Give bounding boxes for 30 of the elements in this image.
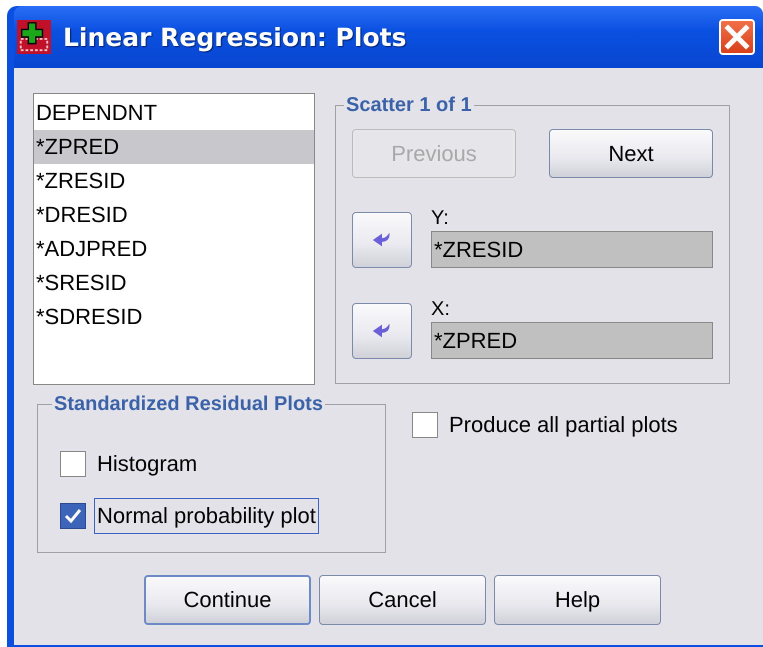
dialog-button[interactable]: Help [494, 575, 661, 625]
list-item[interactable]: *SDRESID [34, 300, 314, 334]
list-item[interactable]: *ADJPRED [34, 232, 314, 266]
variable-field[interactable]: *ZRESID [431, 231, 713, 268]
app-icon [17, 20, 51, 54]
checkbox[interactable] [412, 412, 438, 438]
checkbox-label: Produce all partial plots [448, 411, 679, 439]
group-title: Scatter 1 of 1 [345, 94, 473, 117]
group-title: Standardized Residual Plots [53, 393, 324, 416]
checkmark-icon [63, 506, 83, 526]
checkbox-label: Normal probability plot [94, 498, 319, 534]
close-icon [722, 22, 752, 52]
checkbox[interactable] [60, 503, 86, 529]
move-button[interactable] [352, 303, 412, 359]
checkbox[interactable] [60, 451, 86, 477]
variable-field[interactable]: *ZPRED [431, 322, 713, 359]
list-item[interactable]: *SRESID [34, 266, 314, 300]
dialog-button[interactable]: Continue [144, 575, 311, 625]
list-item[interactable]: DEPENDNT [34, 96, 314, 130]
list-item[interactable]: *DRESID [34, 198, 314, 232]
dialog-button[interactable]: Cancel [319, 575, 486, 625]
list-item[interactable]: *ZRESID [34, 164, 314, 198]
checkbox-label: Histogram [96, 450, 198, 478]
field-label: X: [431, 297, 451, 322]
field-label: Y: [431, 206, 450, 231]
next-button[interactable]: Next [549, 129, 713, 178]
close-button[interactable] [719, 19, 755, 55]
move-button[interactable] [352, 212, 412, 268]
list-item[interactable]: *ZPRED [34, 130, 314, 164]
window-title: Linear Regression: Plots [63, 22, 406, 52]
